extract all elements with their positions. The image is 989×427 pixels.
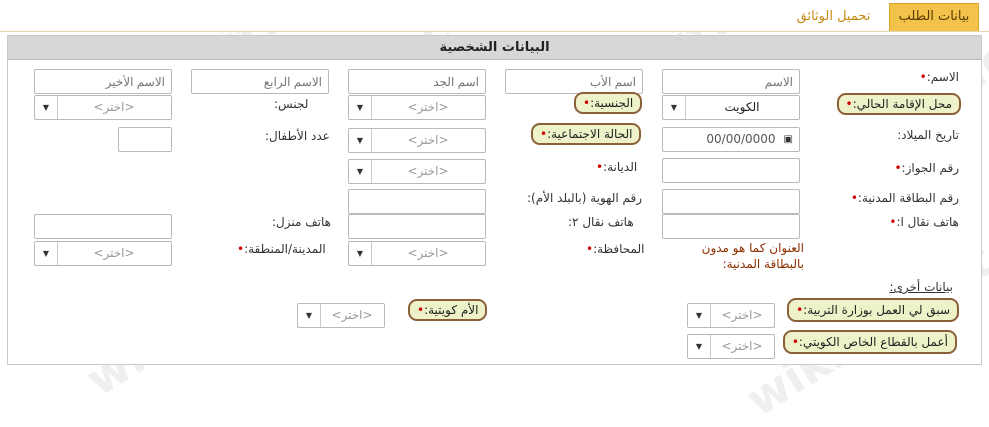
residence-label: محل الإقامة الحالي:• (836, 93, 961, 115)
city-select[interactable]: ▼ <اختر> (34, 241, 172, 266)
chevron-down-icon: ▼ (349, 129, 372, 152)
nationality-select[interactable]: ▼ <اختر> (348, 95, 486, 120)
marital-status-label: الحالة الاجتماعية:• (531, 123, 642, 145)
home-country-id-label: رقم الهوية (بالبلد الأم): (527, 191, 643, 205)
home-country-id-input[interactable] (348, 189, 486, 214)
prior-moe-label: سبق لي العمل بوزارة التربية:• (787, 298, 959, 322)
passport-label: رقم الجواز:• (894, 161, 959, 175)
fourth-name-input[interactable] (191, 69, 329, 94)
civil-id-input[interactable] (662, 189, 800, 214)
nationality-label: الجنسية:• (574, 92, 643, 114)
gender-label: لجنس: (274, 97, 309, 111)
chevron-down-icon: ▼ (349, 242, 372, 265)
home-phone-input[interactable] (34, 214, 172, 239)
private-sector-select[interactable]: ▼ <اختر> (687, 334, 775, 359)
passport-input[interactable] (662, 158, 800, 183)
marital-status-select[interactable]: ▼ <اختر> (348, 128, 486, 153)
mobile2-label: هاتف نقال ٢: (568, 215, 634, 229)
chevron-down-icon: ▼ (663, 96, 686, 119)
mobile1-label: هاتف نقال ا:• (889, 215, 959, 229)
gender-select[interactable]: ▼ <اختر> (34, 95, 172, 120)
grandfather-name-input[interactable] (348, 69, 486, 94)
home-phone-label: هاتف منزل: (272, 215, 331, 229)
chevron-down-icon: ▼ (688, 335, 711, 358)
calendar-icon[interactable]: ▣ (784, 128, 793, 151)
other-data-heading: بيانات أخرى: (889, 280, 953, 294)
chevron-down-icon: ▼ (35, 242, 58, 265)
tab-upload-documents[interactable]: تحميل الوثائق (786, 6, 881, 30)
name-label: الاسم:• (919, 70, 959, 84)
father-name-input[interactable] (505, 69, 643, 94)
mobile1-input[interactable] (662, 214, 800, 239)
first-name-input[interactable] (662, 69, 800, 94)
governorate-select[interactable]: ▼ <اختر> (348, 241, 486, 266)
religion-label: الديانة:• (596, 160, 638, 174)
city-label: المدينة/المنطقة:• (237, 242, 326, 256)
chevron-down-icon: ▼ (35, 96, 58, 119)
chevron-down-icon: ▼ (688, 304, 711, 327)
residence-select[interactable]: ▼ الكويت (662, 95, 800, 120)
private-sector-label: أعمل بالقطاع الخاص الكويتي:• (782, 330, 957, 354)
civil-id-label: رقم البطاقة المدنية:• (850, 191, 959, 205)
mother-kuwaiti-select[interactable]: ▼ <اختر> (297, 303, 385, 328)
children-label: عدد الأطفال: (265, 129, 330, 143)
mother-kuwaiti-label: الأم كويتية:• (408, 299, 488, 321)
prior-moe-select[interactable]: ▼ <اختر> (687, 303, 775, 328)
chevron-down-icon: ▼ (298, 304, 321, 327)
tab-request-data[interactable]: بيانات الطلب (889, 3, 979, 31)
children-input[interactable] (118, 127, 172, 152)
section-title: البيانات الشخصية (8, 36, 981, 60)
last-name-input[interactable] (34, 69, 172, 94)
chevron-down-icon: ▼ (349, 160, 372, 183)
governorate-label: المحافظة:• (586, 242, 645, 256)
dob-label: تاريخ الميلاد: (897, 128, 959, 142)
dob-input[interactable]: ▣ 00/00/0000 (662, 127, 800, 152)
mobile2-input[interactable] (348, 214, 486, 239)
religion-select[interactable]: ▼ <اختر> (348, 159, 486, 184)
chevron-down-icon: ▼ (349, 96, 372, 119)
address-label: العنوان كما هو مدون بالبطاقة المدنية: (701, 241, 804, 271)
